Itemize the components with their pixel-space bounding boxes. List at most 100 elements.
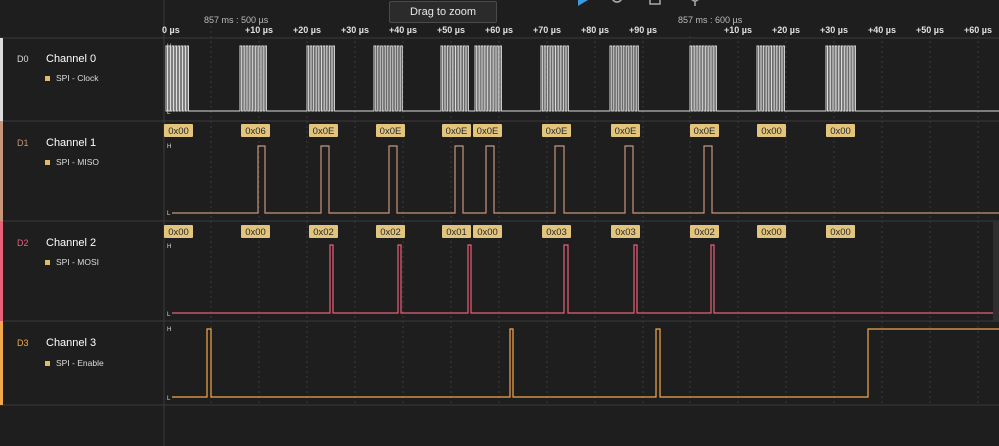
protocol-bubble-value: 0x00: [245, 227, 266, 238]
channel-name[interactable]: Channel 1: [46, 137, 96, 149]
channel-0-waveform: [165, 45, 999, 112]
protocol-bubble-value: 0x06: [245, 126, 266, 137]
ruler-group-label-0: 857 ms : 500 µs: [204, 15, 269, 25]
ruler-ticks: 0 µs +10 µs +20 µs +30 µs +40 µs +50 µs +60 µs…: [162, 25, 992, 35]
analyzer-dot: [45, 260, 50, 265]
protocol-bubble-value: 0x01: [446, 227, 467, 238]
protocol-bubble[interactable]: 0x0E: [542, 124, 571, 137]
ruler-tick-label: +30 µs: [341, 25, 369, 35]
protocol-bubble[interactable]: 0x02: [376, 225, 405, 238]
protocol-bubble[interactable]: 0x0E: [442, 124, 471, 137]
analyzer-dot: [45, 361, 50, 366]
channel-1-high-label: H: [167, 144, 171, 150]
protocol-bubble-value: 0x0E: [477, 126, 499, 137]
trigger-icon[interactable]: [610, 0, 624, 6]
channel-3-high-label: H: [167, 327, 171, 333]
channel-1-low-label: L: [167, 211, 171, 217]
protocol-bubble[interactable]: 0x02: [690, 225, 719, 238]
drag-to-zoom-tooltip: Drag to zoom: [389, 1, 497, 23]
channel-name[interactable]: Channel 2: [46, 237, 96, 249]
channel-name[interactable]: Channel 0: [46, 53, 96, 65]
protocol-bubble[interactable]: 0x00: [826, 124, 855, 137]
protocol-bubble[interactable]: 0x0E: [690, 124, 719, 137]
ruler-tick-label: +60 µs: [485, 25, 513, 35]
logic-analyzer-view[interactable]: 857 ms : 500 µs 857 ms : 600 µs 0 µs +10 …: [0, 0, 999, 446]
play-icon[interactable]: [576, 0, 590, 6]
ruler-tick-label: +40 µs: [389, 25, 417, 35]
ruler-tick-label: +30 µs: [820, 25, 848, 35]
channel-2-color-bar: [0, 221, 3, 321]
channel-name[interactable]: Channel 3: [46, 337, 96, 349]
protocol-bubble-value: 0x02: [694, 227, 715, 238]
channel-id: D1: [17, 138, 29, 148]
protocol-bubble[interactable]: 0x0E: [473, 124, 502, 137]
channel-id: D3: [17, 338, 29, 348]
ruler-tick-label: +50 µs: [437, 25, 465, 35]
channel-label-panel: [0, 0, 164, 446]
protocol-bubble[interactable]: 0x01: [442, 225, 471, 238]
marker-icon[interactable]: [688, 0, 702, 6]
channel-3-waveform: [172, 328, 999, 398]
protocol-bubble[interactable]: 0x0E: [376, 124, 405, 137]
protocol-bubble[interactable]: 0x00: [164, 225, 193, 238]
ruler-tick-label: 0 µs: [162, 25, 180, 35]
analyzer-label: SPI - Enable: [56, 358, 104, 368]
channel-0-color-bar: [0, 38, 3, 121]
ruler-tick-label: +20 µs: [772, 25, 800, 35]
analyzer-label: SPI - MOSI: [56, 257, 99, 267]
ruler-tick-label: +80 µs: [581, 25, 609, 35]
protocol-bubble-value: 0x0E: [546, 126, 568, 137]
protocol-bubble-value: 0x00: [761, 227, 782, 238]
protocol-bubble-value: 0x00: [168, 126, 189, 137]
ruler-tick-label: +40 µs: [868, 25, 896, 35]
analyzer-label: SPI - MISO: [56, 157, 99, 167]
channel-id: D0: [17, 54, 29, 64]
protocol-bubble[interactable]: 0x03: [611, 225, 640, 238]
protocol-bubble[interactable]: 0x00: [757, 124, 786, 137]
ruler-tick-label: +50 µs: [916, 25, 944, 35]
protocol-bubble-value: 0x02: [313, 227, 334, 238]
ruler-tick-label: +10 µs: [245, 25, 273, 35]
protocol-bubble[interactable]: 0x06: [241, 124, 270, 137]
protocol-bubble-value: 0x0E: [694, 126, 716, 137]
ruler-group-label-1: 857 ms : 600 µs: [678, 15, 743, 25]
time-ruler[interactable]: 857 ms : 500 µs 857 ms : 600 µs 0 µs +10 …: [162, 15, 992, 35]
protocol-bubble-value: 0x0E: [380, 126, 402, 137]
channel-id: D2: [17, 238, 29, 248]
analyzer-dot: [45, 76, 50, 81]
protocol-bubble[interactable]: 0x02: [309, 225, 338, 238]
ruler-tick-label: +60 µs: [964, 25, 992, 35]
protocol-bubble[interactable]: 0x00: [473, 225, 502, 238]
ruler-tick-label: +10 µs: [724, 25, 752, 35]
protocol-bubble-value: 0x02: [380, 227, 401, 238]
protocol-bubble-value: 0x00: [761, 126, 782, 137]
protocol-bubble-value: 0x00: [168, 227, 189, 238]
analyzer-label: SPI - Clock: [56, 73, 99, 83]
protocol-bubble-value: 0x0E: [313, 126, 335, 137]
channel-2-low-label: L: [167, 312, 171, 318]
measure-icon[interactable]: [648, 0, 662, 6]
protocol-bubble-value: 0x0E: [446, 126, 468, 137]
channel-1-color-bar: [0, 121, 3, 221]
channel-1-waveform: [172, 145, 999, 214]
protocol-bubble[interactable]: 0x0E: [611, 124, 640, 137]
protocol-bubble[interactable]: 0x0E: [309, 124, 338, 137]
protocol-bubble[interactable]: 0x00: [241, 225, 270, 238]
protocol-bubble[interactable]: 0x03: [542, 225, 571, 238]
protocol-bubble[interactable]: 0x00: [826, 225, 855, 238]
clock-signal: [165, 45, 999, 112]
channel-3-color-bar: [0, 321, 3, 405]
channel-2-waveform: [172, 244, 999, 314]
ruler-tick-label: +20 µs: [293, 25, 321, 35]
channel-3-low-label: L: [167, 396, 171, 402]
channel-1-protocol-bubbles: 0x00 0x06 0x0E 0x0E 0x0E 0x0E 0x0E 0x0E 0x0E 0x00…: [164, 124, 855, 137]
protocol-bubble[interactable]: 0x00: [164, 124, 193, 137]
channel-2-high-label: H: [167, 244, 171, 250]
protocol-bubble-value: 0x00: [477, 227, 498, 238]
protocol-bubble-value: 0x00: [830, 126, 851, 137]
protocol-bubble-value: 0x03: [546, 227, 567, 238]
ruler-tick-label: +70 µs: [533, 25, 561, 35]
vertical-scrollbar[interactable]: [993, 222, 999, 322]
protocol-bubble-value: 0x0E: [615, 126, 637, 137]
protocol-bubble[interactable]: 0x00: [757, 225, 786, 238]
